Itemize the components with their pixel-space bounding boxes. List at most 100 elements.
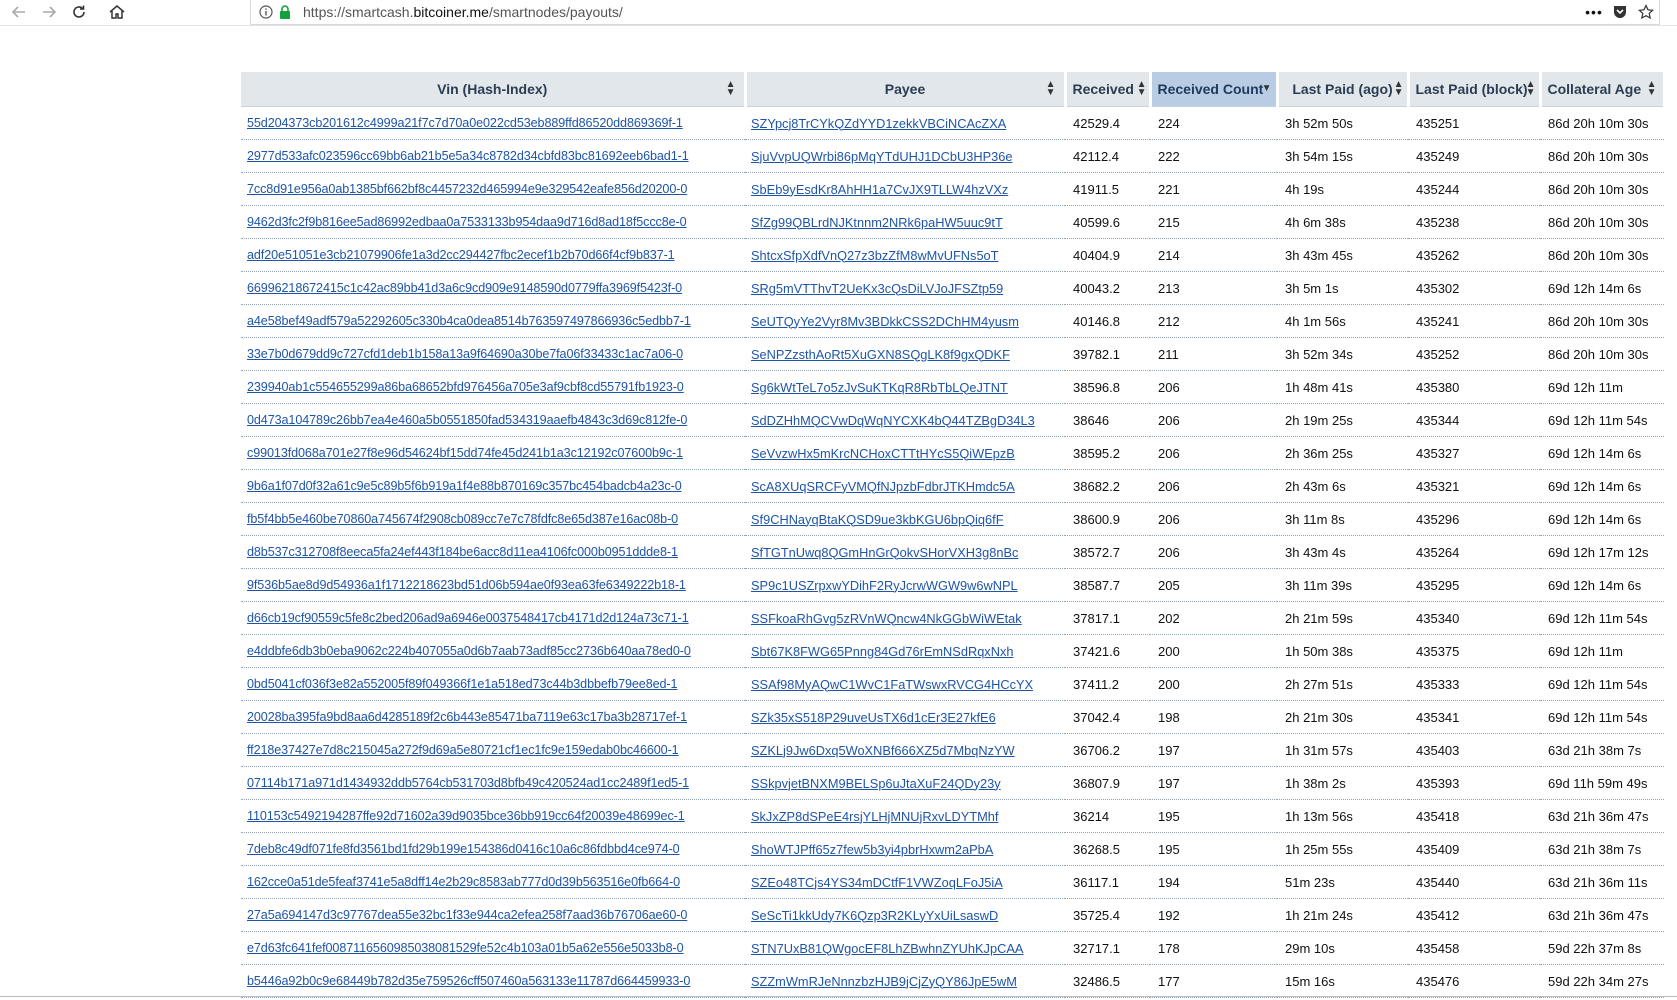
bookmark-button[interactable] <box>1633 0 1659 24</box>
payee-link[interactable]: SZEo48TCjs4YS34mDCtfF1VWZoqLFoJ5iA <box>751 875 1003 890</box>
vin-link[interactable]: 7cc8d91e956a0ab1385bf662bf8c4457232d4659… <box>247 182 687 196</box>
payee-link[interactable]: SkJxZP8dSPeE4rsjYLHjMNUjRxvLDYTMhf <box>751 809 998 824</box>
vin-link[interactable]: 0bd5041cf036f3e82a552005f89f049366f1e1a5… <box>247 677 678 691</box>
home-button[interactable] <box>106 1 128 23</box>
payee-link[interactable]: SZk35xS518P29uveUsTX6d1cEr3E27kfE6 <box>751 710 996 725</box>
column-header-label: Last Paid (block) <box>1415 81 1528 97</box>
received-cell: 41911.5 <box>1065 172 1150 206</box>
table-row: d66cb19cf90559c5fe8c2bed206ad9a6946e0037… <box>241 601 1664 635</box>
payee-link[interactable]: SSAf98MyAQwC1WvC1FaTWswxRVCG4HCcYX <box>751 677 1033 692</box>
last-paid-ago-cell: 2h 27m 51s <box>1277 667 1408 701</box>
payee-link[interactable]: Sf9CHNayqBtaKQSD9ue3kbKGU6bpQiq6fF <box>751 512 1004 527</box>
vin-link[interactable]: e7d63fc641fef0087116560985038081529fe52c… <box>247 941 684 955</box>
received-count-cell: 198 <box>1150 700 1277 734</box>
received-count-cell: 215 <box>1150 205 1277 239</box>
column-header-payee[interactable]: Payee ▲ ▼ <box>745 72 1067 107</box>
payee-link[interactable]: SfZg99QBLrdNJKtnnm2NRk6paHW5uuc9tT <box>751 215 1003 230</box>
vin-link[interactable]: 110153c5492194287ffe92d71602a39d9035bce3… <box>247 809 685 823</box>
forward-button[interactable] <box>38 1 60 23</box>
payee-link[interactable]: SeUTQyYe2Vyr8Mv3BDkkCSS2DChHM4yusm <box>751 314 1019 329</box>
received-cell: 40146.8 <box>1065 304 1150 338</box>
info-icon[interactable] <box>259 5 273 19</box>
payee-link[interactable]: SRg5mVTThvT2UeKx3cQsDiLVJoJFSZtp59 <box>751 281 1003 296</box>
payee-link[interactable]: STN7UxB81QWgocEF8LhZBwhnZYUhKJpCAA <box>751 941 1023 956</box>
collateral-age-cell: 69d 12h 14m 6s <box>1540 502 1664 536</box>
vin-link[interactable]: 33e7b0d679dd9c727cfd1deb1b158a13a9f64690… <box>247 347 683 361</box>
url-text[interactable]: https://smartcash.bitcoiner.me/smartnode… <box>303 4 623 20</box>
payee-link[interactable]: SfTGTnUwq8QGmHnGrQokvSHorVXH3g8nBc <box>751 545 1018 560</box>
vin-link[interactable]: 162cce0a51de5feaf3741e5a8dff14e2b29c8583… <box>247 875 680 889</box>
vin-link[interactable]: d66cb19cf90559c5fe8c2bed206ad9a6946e0037… <box>247 611 689 625</box>
reload-button[interactable] <box>68 1 90 23</box>
payee-link[interactable]: SeNPZzsthAoRt5XuGXN8SQgLK8f9gxQDKF <box>751 347 1010 362</box>
received-count-cell: 221 <box>1150 172 1277 206</box>
vin-link[interactable]: 27a5a694147d3c97767dea55e32bc1f33e944ca2… <box>247 908 687 922</box>
collateral-age-cell: 63d 21h 38m 7s <box>1540 832 1664 866</box>
payee-cell: SSAf98MyAQwC1WvC1FaTWswxRVCG4HCcYX <box>745 667 1065 701</box>
vin-link[interactable]: 07114b171a971d1434932ddb5764cb531703d8bf… <box>247 776 689 790</box>
payee-link[interactable]: SSFkoaRhGvg5zRVnWQncw4NkGGbWiWEtak <box>751 611 1022 626</box>
payee-link[interactable]: ScA8XUqSRCFyVMQfNJpzbFdbrJTKHmdc5A <box>751 479 1015 494</box>
payee-link[interactable]: SZZmWmRJeNnnzbzHJB9jCjZyQY86JpE5wM <box>751 974 1017 989</box>
vin-link[interactable]: b5446a92b0c9e68449b782d35e759526cff50746… <box>247 974 690 988</box>
payee-link[interactable]: SP9c1USZrpxwYDihF2RyJcrwWGW9w6wNPL <box>751 578 1018 593</box>
last-paid-block-cell: 435393 <box>1408 766 1540 800</box>
payee-link[interactable]: SdDZHhMQCVwDqWqNYCXK4bQ44TZBgD34L3 <box>751 413 1035 428</box>
received-cell: 37042.4 <box>1065 700 1150 734</box>
vin-link[interactable]: d8b537c312708f8eeca5fa24ef443f184be6acc8… <box>247 545 678 559</box>
vin-cell: 27a5a694147d3c97767dea55e32bc1f33e944ca2… <box>241 898 745 932</box>
vin-link[interactable]: 55d204373cb201612c4999a21f7c7d70a0e022cd… <box>247 116 683 130</box>
table-row: 9462d3fc2f9b816ee5ad86992edbaa0a7533133b… <box>241 205 1664 239</box>
collateral-age-cell: 86d 20h 10m 30s <box>1540 205 1664 239</box>
vin-link[interactable]: 2977d533afc023596cc69bb6ab21b5e5a34c8782… <box>247 149 689 163</box>
vin-link[interactable]: ff218e37427e7d8c215045a272f9d69a5e80721c… <box>247 743 679 757</box>
address-bar[interactable]: https://smartcash.bitcoiner.me/smartnode… <box>250 0 1660 25</box>
vin-link[interactable]: 9f536b5ae8d9d54936a1f1712218623bd51d06b5… <box>247 578 686 592</box>
table-row: 9f536b5ae8d9d54936a1f1712218623bd51d06b5… <box>241 568 1664 602</box>
vin-link[interactable]: 66996218672415c1c42ac89bb41d3a6c9cd909e9… <box>247 281 682 295</box>
vin-link[interactable]: 9462d3fc2f9b816ee5ad86992edbaa0a7533133b… <box>247 215 687 229</box>
column-header-collateral-age[interactable]: Collateral Age ▲ ▼ <box>1540 72 1666 107</box>
payee-link[interactable]: SeVvzwHx5mKrcNCHoxCTTtHYcS5QiWEpzB <box>751 446 1015 461</box>
payee-link[interactable]: SbEb9yEsdKr8AhHH1a7CvJX9TLLW4hzVXz <box>751 182 1008 197</box>
payee-link[interactable]: SeScTi1kkUdy7K6Qzp3R2KLyYxUiLsaswD <box>751 908 998 923</box>
vin-link[interactable]: fb5f4bb5e460be70860a745674f2908cb089cc7e… <box>247 512 678 526</box>
payee-cell: SbEb9yEsdKr8AhHH1a7CvJX9TLLW4hzVXz <box>745 172 1065 206</box>
column-header-vin[interactable]: Vin (Hash-Index) ▲ ▼ <box>241 72 747 107</box>
column-header-last-paid-ago[interactable]: Last Paid (ago) ▲ ▼ <box>1277 72 1410 107</box>
payee-link[interactable]: SSkpvjetBNXM9BELSp6uJtaXuF24QDy23y <box>751 776 1001 791</box>
collateral-age-cell: 86d 20h 10m 30s <box>1540 238 1664 272</box>
column-header-received[interactable]: Received ▲ ▼ <box>1065 72 1152 107</box>
vin-link[interactable]: 7deb8c49df071fe8fd3561bd1fd29b199e154386… <box>247 842 680 856</box>
vin-link[interactable]: 9b6a1f07d0f32a61c9e5c89b5f6b919a1f4e88b8… <box>247 479 682 493</box>
column-header-received-count[interactable]: Received Count ▼ <box>1150 72 1279 107</box>
payee-link[interactable]: SjuVvpUQWrbi86pMqYTdUHJ1DCbU3HP36e <box>751 149 1013 164</box>
pocket-button[interactable] <box>1607 0 1633 24</box>
received-cell: 37817.1 <box>1065 601 1150 635</box>
vin-link[interactable]: 239940ab1c554655299a86ba68652bfd976456a7… <box>247 380 684 394</box>
payee-link[interactable]: Sbt67K8FWG65Pnng84Gd76rEmNSdRqxNxh <box>751 644 1013 659</box>
payee-link[interactable]: Sg6kWtTeL7o5zJvSuKTKqR8RbTbLQeJTNT <box>751 380 1008 395</box>
vin-link[interactable]: 20028ba395fa9bd8aa6d4285189f2c6b443e8547… <box>247 710 687 724</box>
payee-cell: ShoWTJPff65z7few5b3yi4pbrHxwm2aPbA <box>745 832 1065 866</box>
payee-link[interactable]: SZYpcj8TrCYkQZdYYD1zekkVBCiNCAcZXA <box>751 116 1006 131</box>
received-count-cell: 195 <box>1150 832 1277 866</box>
vin-link[interactable]: a4e58bef49adf579a52292605c330b4ca0dea851… <box>247 314 691 328</box>
column-header-last-paid-block[interactable]: Last Paid (block) ▲ ▼ <box>1408 72 1542 107</box>
payee-link[interactable]: ShtcxSfpXdfVnQ27z3bzZfM8wMvUFNs5oT <box>751 248 999 263</box>
received-cell: 38646 <box>1065 403 1150 437</box>
back-button[interactable] <box>8 1 30 23</box>
vin-link[interactable]: e4ddbfe6db3b0eba9062c224b407055a0d6b7aab… <box>247 644 691 658</box>
payee-link[interactable]: ShoWTJPff65z7few5b3yi4pbrHxwm2aPbA <box>751 842 993 857</box>
column-header-label: Vin (Hash-Index) <box>437 81 548 97</box>
lock-icon <box>280 5 290 19</box>
star-icon <box>1638 4 1654 20</box>
last-paid-block-cell: 435476 <box>1408 964 1540 998</box>
vin-cell: 2977d533afc023596cc69bb6ab21b5e5a34c8782… <box>241 139 745 173</box>
payee-link[interactable]: SZKLj9Jw6Dxq5WoXNBf666XZ5d7MbqNzYW <box>751 743 1015 758</box>
vin-link[interactable]: adf20e51051e3cb21079906fe1a3d2cc294427fb… <box>247 248 675 262</box>
vin-link[interactable]: c99013fd068a701e27f8e96d54624bf15dd74fe4… <box>247 446 683 460</box>
table-row: fb5f4bb5e460be70860a745674f2908cb089cc7e… <box>241 502 1664 536</box>
vin-link[interactable]: 0d473a104789c26bb7ea4e460a5b0551850fad53… <box>247 413 687 427</box>
page-actions-menu-button[interactable]: ••• <box>1581 0 1607 24</box>
